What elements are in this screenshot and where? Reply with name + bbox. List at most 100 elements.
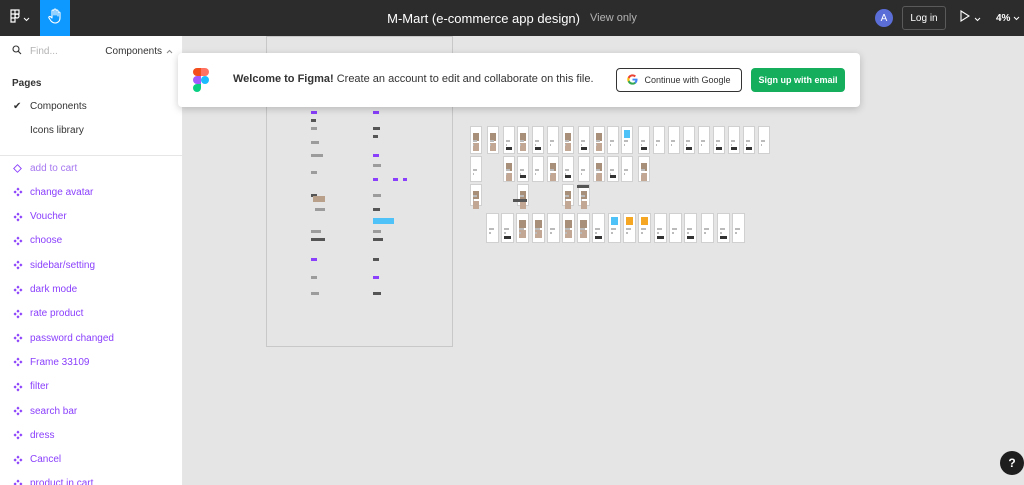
component-thumbnail (311, 258, 317, 261)
layer-item[interactable]: add to cart (0, 156, 182, 180)
component-icon (0, 382, 30, 392)
screen-thumbnail (728, 126, 740, 154)
layer-item-label: Cancel (30, 454, 62, 466)
layer-item[interactable]: choose (0, 229, 182, 253)
screen-thumbnail (607, 126, 619, 154)
search-icon (12, 42, 22, 60)
present-button[interactable] (960, 10, 981, 26)
layer-item[interactable]: rate product (0, 302, 182, 326)
layer-item[interactable]: Voucher (0, 205, 182, 229)
layer-item[interactable]: sidebar/setting (0, 253, 182, 277)
component-thumbnail (373, 208, 380, 211)
component-thumbnail (373, 164, 381, 167)
component-thumbnail (373, 127, 380, 130)
component-icon (0, 333, 30, 343)
top-toolbar: M-Mart (e-commerce app design) View only… (0, 0, 1024, 36)
figma-menu-icon (10, 8, 20, 28)
file-title[interactable]: M-Mart (e-commerce app design) (387, 11, 580, 26)
screen-thumbnail (547, 126, 559, 154)
layer-item[interactable]: product in cart (0, 472, 182, 485)
layer-item[interactable]: dark mode (0, 278, 182, 302)
screen-thumbnail (517, 184, 529, 209)
welcome-message: Welcome to Figma! Create an account to e… (233, 73, 594, 85)
layer-search: Find... Components (0, 36, 182, 66)
zoom-level: 4% (996, 12, 1011, 24)
screen-thumbnail (669, 213, 682, 243)
screen-thumbnail (743, 126, 755, 154)
layer-item[interactable]: Cancel (0, 448, 182, 472)
screen-thumbnail (623, 213, 636, 243)
layer-item-label: password changed (30, 332, 114, 344)
sign-up-email-button[interactable]: Sign up with email (751, 68, 845, 92)
layer-item-label: sidebar/setting (30, 259, 96, 271)
checkmark-icon: ✔ (13, 100, 22, 112)
screen-thumbnail (717, 213, 730, 243)
page-item-icons-library[interactable]: Icons library (0, 118, 182, 142)
zoom-menu[interactable]: 4% (996, 10, 1020, 26)
component-icon (0, 236, 30, 246)
help-button[interactable]: ? (1000, 451, 1024, 475)
page-item-components[interactable]: ✔ Components (0, 94, 182, 118)
continue-with-google-button[interactable]: Continue with Google (616, 68, 742, 92)
component-thumbnail (513, 199, 527, 202)
avatar[interactable]: A (875, 9, 893, 27)
screen-thumbnail (562, 184, 574, 209)
google-button-label: Continue with Google (644, 75, 731, 85)
component-thumbnail (373, 194, 381, 197)
view-only-label: View only (590, 12, 637, 24)
hand-tool-button[interactable] (40, 0, 70, 36)
layer-item[interactable]: search bar (0, 399, 182, 423)
screen-thumbnail (532, 126, 544, 154)
screen-thumbnail (562, 126, 574, 154)
screen-thumbnail (516, 213, 529, 243)
screen-thumbnail (683, 126, 695, 154)
layer-item[interactable]: Frame 33109 (0, 350, 182, 374)
component-thumbnail (373, 292, 381, 295)
screen-thumbnail (470, 126, 482, 154)
layer-item-label: search bar (30, 405, 78, 417)
layer-item-label: change avatar (30, 186, 94, 198)
component-thumbnail (311, 230, 321, 233)
layer-item[interactable]: change avatar (0, 180, 182, 204)
layer-item[interactable]: dress (0, 423, 182, 447)
screen-thumbnail (608, 213, 621, 243)
screen-thumbnail (638, 126, 650, 154)
component-icon (0, 479, 30, 485)
component-thumbnail (373, 258, 379, 261)
screen-thumbnail (470, 156, 482, 182)
screen-thumbnail (487, 126, 499, 154)
chevron-down-icon (23, 9, 30, 27)
layer-item[interactable]: filter (0, 375, 182, 399)
search-input[interactable]: Find... (30, 46, 105, 57)
login-button[interactable]: Log in (902, 6, 946, 30)
component-thumbnail (311, 238, 325, 241)
component-thumbnail (311, 111, 317, 114)
screen-thumbnail (654, 213, 667, 243)
component-thumbnail (577, 185, 589, 188)
component-thumbnail (373, 154, 379, 157)
screen-thumbnail (578, 156, 590, 182)
layer-item-label: dark mode (30, 284, 78, 295)
main-menu-button[interactable] (0, 0, 40, 36)
layer-item-label: add to cart (30, 162, 78, 174)
component-thumbnail (311, 141, 319, 144)
chevron-up-icon[interactable] (166, 47, 173, 56)
screen-thumbnail (578, 126, 590, 154)
page-selector[interactable]: Components (105, 46, 162, 57)
component-thumbnail (373, 238, 383, 241)
component-thumbnail (403, 178, 407, 181)
component-icon (0, 260, 30, 270)
component-thumbnail (311, 154, 323, 157)
layer-item[interactable]: password changed (0, 326, 182, 350)
screen-thumbnail (621, 126, 633, 154)
screen-thumbnail (668, 126, 680, 154)
layer-item-label: product in cart (30, 478, 94, 485)
screen-thumbnail (701, 213, 714, 243)
figma-logo-icon (193, 68, 209, 97)
google-icon (627, 73, 639, 87)
component-icon (0, 309, 30, 319)
welcome-title: Welcome to Figma! (233, 73, 334, 85)
layer-item-label: Frame 33109 (30, 356, 90, 368)
screen-thumbnail (547, 213, 560, 243)
component-thumbnail (373, 230, 381, 233)
